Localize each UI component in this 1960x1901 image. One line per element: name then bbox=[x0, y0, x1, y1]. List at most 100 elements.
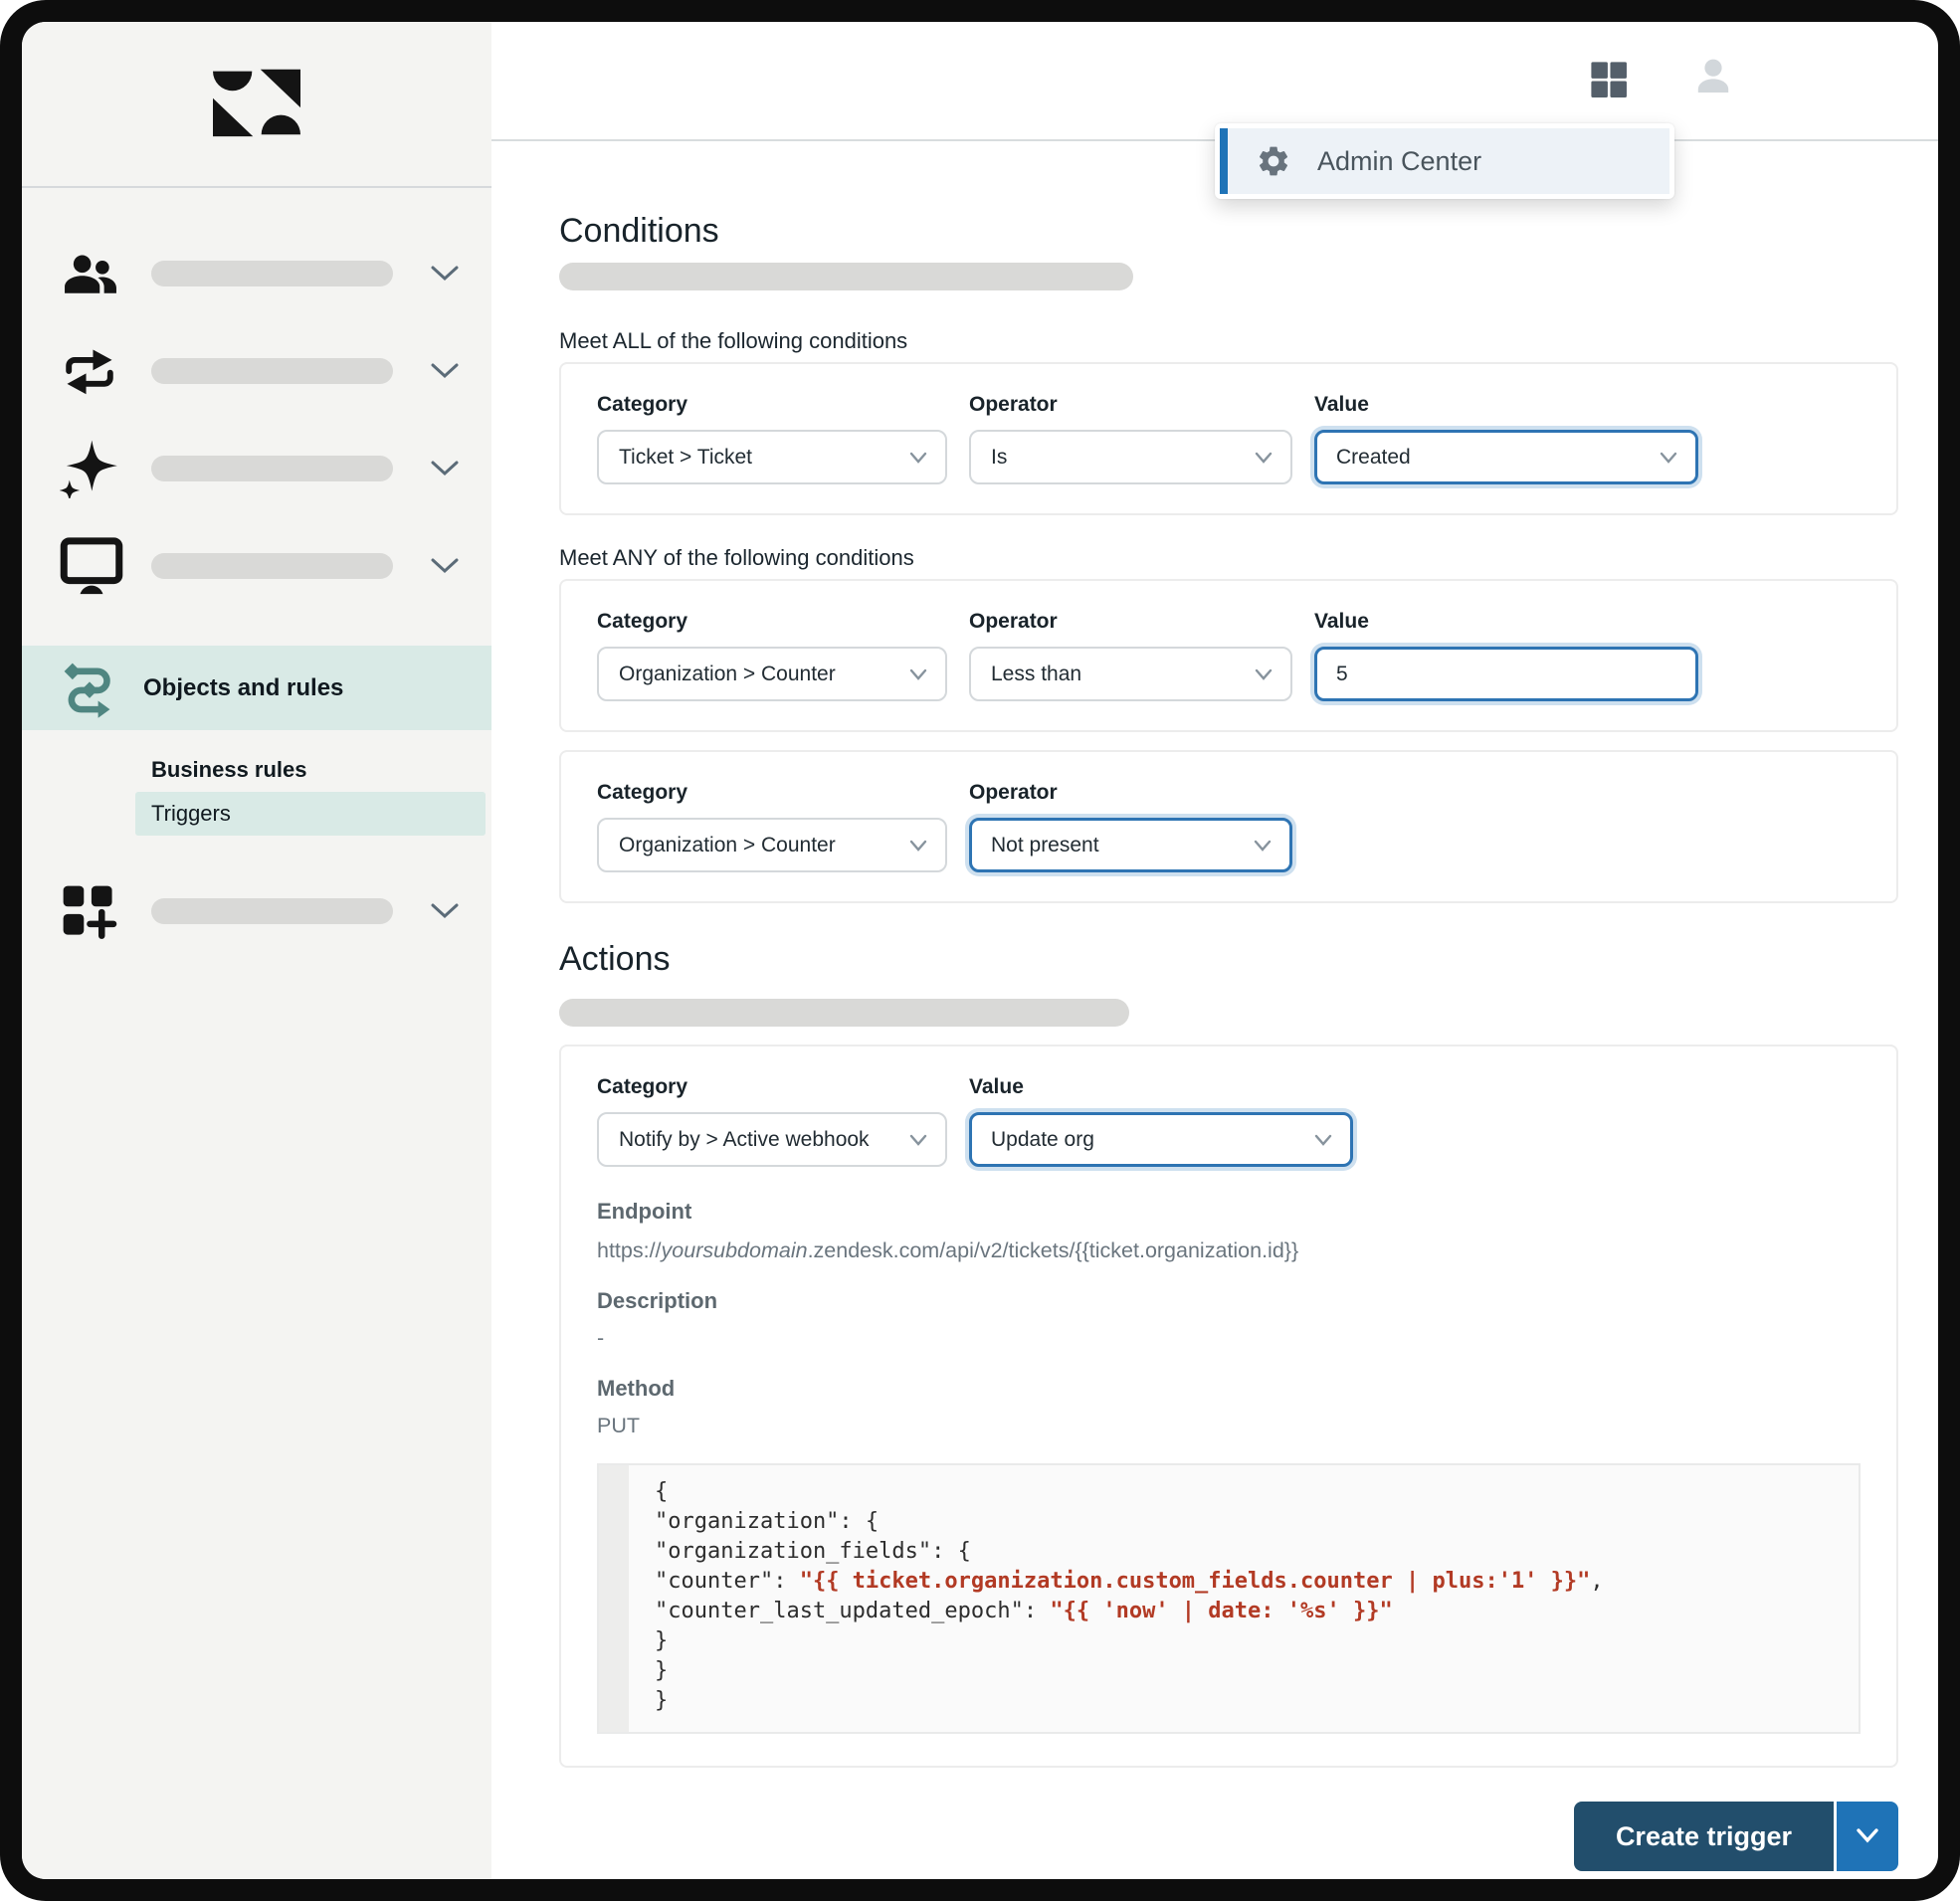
sidebar-item-apps[interactable] bbox=[22, 875, 491, 947]
value-field: Value Created bbox=[1314, 392, 1698, 484]
admin-center-menu-item[interactable]: Admin Center bbox=[1220, 128, 1669, 194]
nav-label-placeholder bbox=[151, 553, 393, 579]
subitem-label: Business rules bbox=[151, 757, 307, 783]
request-body-code-block: {"organization": {"organization_fields":… bbox=[597, 1463, 1861, 1734]
sidebar: Objects and rules Business rules Trigger… bbox=[22, 22, 491, 1879]
input-value: 5 bbox=[1336, 663, 1348, 686]
category-label: Category bbox=[597, 1074, 947, 1100]
create-trigger-button[interactable]: Create trigger bbox=[1574, 1802, 1834, 1871]
meet-all-label: Meet ALL of the following conditions bbox=[559, 328, 1898, 354]
app-grid-icon[interactable] bbox=[1587, 58, 1631, 101]
category-select[interactable]: Organization > Counter bbox=[597, 647, 947, 701]
subitem-label: Triggers bbox=[151, 801, 231, 827]
operator-label: Operator bbox=[969, 780, 1292, 806]
category-select[interactable]: Ticket > Ticket bbox=[597, 430, 947, 484]
sidebar-subitem-business-rules[interactable]: Business rules bbox=[135, 748, 491, 792]
selected-value: Organization > Counter bbox=[619, 834, 836, 857]
chevron-down-icon bbox=[428, 555, 462, 577]
action-card: Category Notify by > Active webhook Valu… bbox=[559, 1045, 1898, 1768]
value-label: Value bbox=[969, 1074, 1353, 1100]
nav-label-placeholder bbox=[151, 261, 393, 286]
condition-card-any-2: Category Organization > Counter Operator… bbox=[559, 750, 1898, 903]
operator-label: Operator bbox=[969, 609, 1292, 635]
transfer-arrows-icon bbox=[60, 345, 127, 397]
create-trigger-split-button: Create trigger bbox=[1574, 1802, 1898, 1871]
category-field: Category Notify by > Active webhook bbox=[597, 1074, 947, 1167]
condition-card-any-1: Category Organization > Counter Operator… bbox=[559, 579, 1898, 732]
apps-plus-icon bbox=[60, 882, 127, 940]
category-label: Category bbox=[597, 780, 947, 806]
nav-label-placeholder bbox=[151, 358, 393, 384]
chevron-down-icon bbox=[428, 458, 462, 479]
category-field: Category Organization > Counter bbox=[597, 780, 947, 872]
operator-select[interactable]: Less than bbox=[969, 647, 1292, 701]
operator-select[interactable]: Not present bbox=[969, 818, 1292, 872]
sidebar-item-people[interactable] bbox=[22, 238, 491, 309]
sidebar-logo-section bbox=[22, 22, 491, 188]
create-trigger-caret-button[interactable] bbox=[1837, 1802, 1898, 1871]
monitor-icon bbox=[60, 537, 127, 595]
category-label: Category bbox=[597, 392, 947, 418]
endpoint-url-prefix: https:// bbox=[597, 1238, 662, 1262]
sidebar-item-transfer[interactable] bbox=[22, 335, 491, 407]
category-field: Category Organization > Counter bbox=[597, 609, 947, 701]
value-field: Value 5 bbox=[1314, 609, 1698, 701]
device-frame: Objects and rules Business rules Trigger… bbox=[0, 0, 1960, 1901]
description-value: - bbox=[597, 1324, 1861, 1352]
gear-icon bbox=[1256, 143, 1291, 179]
operator-field: Operator Less than bbox=[969, 609, 1292, 701]
actions-title: Actions bbox=[559, 937, 1898, 981]
category-field: Category Ticket > Ticket bbox=[597, 392, 947, 484]
endpoint-url-rest: .zendesk.com/api/v2/tickets/{{ticket.org… bbox=[808, 1238, 1299, 1262]
condition-card-all: Category Ticket > Ticket Operator Is bbox=[559, 362, 1898, 515]
main-panel: Admin Center Conditions Meet ALL of the … bbox=[491, 22, 1938, 1879]
conditions-title: Conditions bbox=[559, 209, 1898, 253]
text-placeholder bbox=[559, 263, 1133, 290]
selected-value: Created bbox=[1336, 446, 1411, 470]
chevron-down-icon bbox=[428, 900, 462, 922]
action-value-select[interactable]: Update org bbox=[969, 1112, 1353, 1167]
chevron-down-icon bbox=[428, 360, 462, 382]
action-category-select[interactable]: Notify by > Active webhook bbox=[597, 1112, 947, 1167]
endpoint-url: https://yoursubdomain.zendesk.com/api/v2… bbox=[597, 1236, 1861, 1264]
selected-value: Less than bbox=[991, 663, 1081, 686]
sparkles-icon bbox=[60, 439, 127, 498]
value-label: Value bbox=[1314, 392, 1698, 418]
category-select[interactable]: Organization > Counter bbox=[597, 818, 947, 872]
endpoint-url-subdomain: yoursubdomain bbox=[662, 1238, 808, 1262]
method-label: Method bbox=[597, 1376, 1861, 1402]
operator-field: Operator Not present bbox=[969, 780, 1292, 872]
user-avatar-icon[interactable] bbox=[1689, 53, 1737, 100]
sidebar-item-label: Objects and rules bbox=[143, 674, 343, 702]
selected-value: Update org bbox=[991, 1128, 1094, 1152]
sidebar-item-sparkles[interactable] bbox=[22, 433, 491, 504]
selected-value: Ticket > Ticket bbox=[619, 446, 752, 470]
value-select[interactable]: Created bbox=[1314, 430, 1698, 484]
chevron-down-icon bbox=[428, 263, 462, 285]
operator-label: Operator bbox=[969, 392, 1292, 418]
sidebar-item-channels[interactable] bbox=[22, 530, 491, 602]
value-field: Value Update org bbox=[969, 1074, 1353, 1167]
value-label: Value bbox=[1314, 609, 1698, 635]
active-indicator-bar bbox=[1220, 128, 1228, 194]
nav-label-placeholder bbox=[151, 456, 393, 481]
admin-center-popover: Admin Center bbox=[1215, 123, 1674, 199]
endpoint-label: Endpoint bbox=[597, 1199, 1861, 1225]
form-footer: Create trigger bbox=[559, 1802, 1898, 1871]
flow-path-icon bbox=[56, 656, 123, 721]
zendesk-logo-icon bbox=[210, 66, 303, 143]
sidebar-subitem-triggers[interactable]: Triggers bbox=[135, 792, 486, 836]
sidebar-item-objects-and-rules[interactable]: Objects and rules bbox=[22, 646, 491, 730]
operator-field: Operator Is bbox=[969, 392, 1292, 484]
chevron-down-icon bbox=[1853, 1826, 1882, 1846]
method-value: PUT bbox=[597, 1412, 1861, 1439]
people-icon bbox=[60, 252, 127, 295]
selected-value: Notify by > Active webhook bbox=[619, 1128, 870, 1152]
value-input[interactable]: 5 bbox=[1314, 647, 1698, 701]
nav-label-placeholder bbox=[151, 898, 393, 924]
selected-value: Organization > Counter bbox=[619, 663, 836, 686]
category-label: Category bbox=[597, 609, 947, 635]
request-body-json: {"organization": {"organization_fields":… bbox=[629, 1465, 1630, 1732]
meet-any-label: Meet ANY of the following conditions bbox=[559, 545, 1898, 571]
operator-select[interactable]: Is bbox=[969, 430, 1292, 484]
